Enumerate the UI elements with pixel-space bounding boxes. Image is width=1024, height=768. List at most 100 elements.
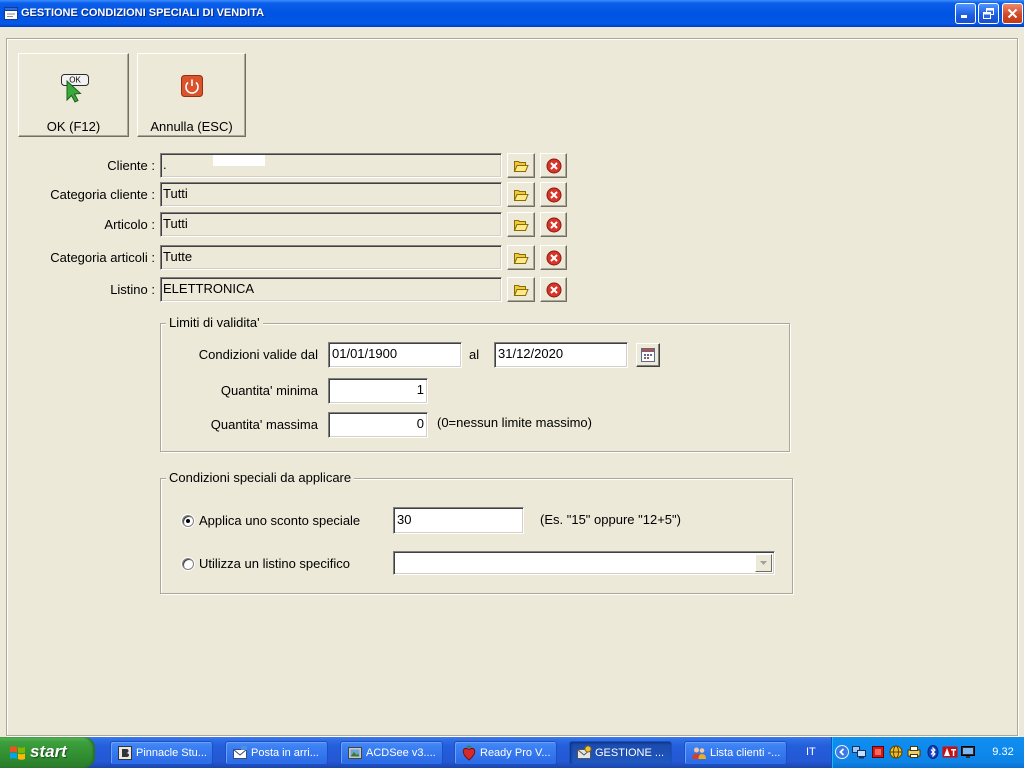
- form-icon[interactable]: [4, 7, 18, 20]
- system-tray: 9.32: [831, 737, 1024, 768]
- discount-input[interactable]: [393, 507, 524, 534]
- listino-field[interactable]: ELETTRONICA: [160, 277, 502, 302]
- articolo-browse-button[interactable]: [507, 212, 535, 237]
- delete-icon: [546, 158, 561, 173]
- bluetooth-icon[interactable]: [926, 745, 940, 759]
- gestione-icon: [577, 745, 592, 759]
- folder-icon: [513, 189, 529, 201]
- categoria-articoli-clear-button[interactable]: [540, 245, 567, 270]
- ok-button-label: OK (F12): [46, 119, 101, 134]
- delete-icon: [546, 187, 561, 202]
- ati-icon[interactable]: [942, 745, 958, 759]
- windows-logo-icon: [10, 746, 25, 760]
- discount-radio-label[interactable]: Applica uno sconto speciale: [199, 513, 360, 529]
- folder-icon: [513, 219, 529, 231]
- ok-icon-text: OK: [69, 76, 81, 85]
- display-icon[interactable]: [961, 745, 975, 759]
- calendar-icon: [641, 348, 655, 362]
- title-bar[interactable]: GESTIONE CONDIZIONI SPECIALI DI VENDITA: [0, 0, 1024, 27]
- taskbar-item-label: Pinnacle Stu...: [136, 747, 207, 759]
- show-hidden-icon[interactable]: [835, 745, 849, 759]
- network-icon[interactable]: [852, 745, 866, 759]
- special-conditions-legend: Condizioni speciali da applicare: [166, 470, 355, 486]
- cliente-field[interactable]: .: [160, 153, 502, 178]
- categoria-articoli-value: Tutte: [163, 249, 193, 264]
- validity-legend: Limiti di validita': [166, 315, 263, 331]
- taskbar-item-label: GESTIONE ...: [595, 747, 665, 759]
- categoria-articoli-browse-button[interactable]: [507, 245, 535, 270]
- taskbar-item-label: ACDSee v3....: [366, 747, 436, 759]
- pricelist-select[interactable]: [393, 551, 775, 575]
- pricelist-dropdown-button[interactable]: [755, 554, 772, 572]
- ready-pro-icon: [462, 745, 476, 761]
- power-icon: [181, 75, 203, 97]
- max-quantity-label: Quantita' massima: [210, 417, 318, 432]
- categoria-articoli-field[interactable]: Tutte: [160, 245, 502, 270]
- special-conditions-group: [160, 478, 793, 594]
- redacted-area: [213, 155, 265, 166]
- delete-icon: [546, 250, 561, 265]
- listino-browse-button[interactable]: [507, 277, 535, 302]
- articolo-field[interactable]: Tutti: [160, 212, 502, 237]
- globe-icon[interactable]: [889, 745, 903, 759]
- listino-clear-button[interactable]: [540, 277, 567, 302]
- categoria-articoli-label: Categoria articoli :: [50, 250, 155, 265]
- taskbar-item-label: Lista clienti -...: [710, 747, 781, 759]
- cliente-value: .: [163, 157, 167, 172]
- clock[interactable]: 9.32: [985, 745, 1021, 760]
- cancel-button[interactable]: Annulla (ESC): [137, 53, 246, 137]
- window-title: GESTIONE CONDIZIONI SPECIALI DI VENDITA: [21, 7, 265, 19]
- taskbar-item-posta[interactable]: Posta in arri...: [225, 741, 328, 765]
- minimize-button[interactable]: [955, 3, 976, 24]
- valid-to-input[interactable]: [494, 342, 628, 368]
- start-button[interactable]: start: [0, 737, 95, 768]
- min-quantity-input[interactable]: [328, 378, 428, 404]
- calendar-button[interactable]: [636, 343, 660, 367]
- categoria-cliente-value: Tutti: [163, 186, 188, 201]
- pricelist-radio[interactable]: [182, 558, 194, 570]
- folder-icon: [513, 284, 529, 296]
- categoria-cliente-label: Categoria cliente :: [50, 187, 155, 202]
- articolo-value: Tutti: [163, 216, 188, 231]
- acdsee-icon: [348, 747, 362, 759]
- taskbar-item-label: Ready Pro V...: [480, 747, 551, 759]
- taskbar-item-lista-clienti[interactable]: Lista clienti -...: [684, 741, 787, 765]
- articolo-clear-button[interactable]: [540, 212, 567, 237]
- discount-radio[interactable]: [182, 515, 194, 527]
- categoria-cliente-clear-button[interactable]: [540, 182, 567, 207]
- discount-hint: (Es. "15" oppure "12+5"): [540, 512, 681, 527]
- antivirus-icon[interactable]: [871, 745, 885, 759]
- language-indicator[interactable]: IT: [806, 745, 816, 760]
- listino-label: Listino :: [110, 282, 155, 297]
- taskbar-item-pinnacle[interactable]: Pinnacle Stu...: [110, 741, 213, 765]
- taskbar-item-ready-pro[interactable]: Ready Pro V...: [454, 741, 557, 765]
- cliente-clear-button[interactable]: [540, 153, 567, 178]
- cancel-button-label: Annulla (ESC): [150, 119, 233, 134]
- cliente-label: Cliente :: [107, 158, 155, 173]
- delete-icon: [546, 217, 561, 232]
- mail-icon: [233, 746, 247, 759]
- ok-button[interactable]: OK OK (F12): [18, 53, 129, 137]
- valid-from-input[interactable]: [328, 342, 462, 368]
- valid-from-label: Condizioni valide dal: [198, 347, 318, 362]
- taskbar: start Pinnacle Stu... Posta in arri... A…: [0, 737, 1024, 768]
- pricelist-radio-label[interactable]: Utilizza un listino specifico: [199, 556, 350, 572]
- min-quantity-label: Quantita' minima: [220, 383, 318, 398]
- minimize-icon: [961, 15, 967, 18]
- pinnacle-icon: [118, 746, 132, 760]
- taskbar-item-gestione[interactable]: GESTIONE ...: [569, 741, 672, 765]
- printer-icon[interactable]: [907, 745, 921, 759]
- max-quantity-input[interactable]: [328, 412, 428, 438]
- listino-value: ELETTRONICA: [163, 281, 255, 296]
- articolo-label: Articolo :: [104, 217, 155, 232]
- restore-button[interactable]: [978, 3, 999, 24]
- contacts-icon: [692, 747, 706, 759]
- taskbar-item-acdsee[interactable]: ACDSee v3....: [340, 741, 443, 765]
- taskbar-item-label: Posta in arri...: [251, 747, 319, 759]
- cliente-browse-button[interactable]: [507, 153, 535, 178]
- start-label: start: [30, 742, 67, 761]
- close-button[interactable]: [1002, 3, 1023, 24]
- categoria-cliente-browse-button[interactable]: [507, 182, 535, 207]
- categoria-cliente-field[interactable]: Tutti: [160, 182, 502, 207]
- close-icon: [1007, 8, 1018, 19]
